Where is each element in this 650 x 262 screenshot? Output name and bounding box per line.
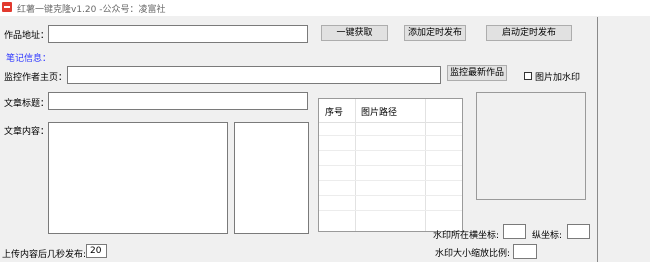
monitor-author-input[interactable] — [67, 66, 441, 84]
article-title-input[interactable] — [48, 92, 308, 110]
work-url-label: 作品地址： — [4, 31, 50, 41]
work-url-input[interactable] — [48, 25, 308, 43]
watermark-scale-label: 水印大小缩放比例: — [435, 249, 511, 259]
start-schedule-button[interactable]: 启动定时发布 — [486, 25, 572, 41]
watermark-y-input[interactable] — [567, 224, 590, 239]
grid-line — [319, 195, 462, 196]
watermark-x-label: 水印所在横坐标: — [433, 231, 500, 241]
article-content-label: 文章内容： — [4, 127, 50, 137]
fetch-button[interactable]: 一键获取 — [321, 25, 388, 41]
article-title-label: 文章标题： — [4, 99, 50, 109]
grid-line — [319, 165, 462, 166]
image-preview — [476, 92, 586, 200]
grid-line — [319, 180, 462, 181]
watermark-checkbox[interactable] — [524, 72, 532, 80]
monitor-author-label: 监控作者主页： — [4, 73, 68, 83]
monitor-latest-button[interactable]: 监控最新作品 — [447, 65, 507, 81]
column-path-header[interactable]: 图片路径 — [361, 105, 397, 118]
publish-delay-input[interactable] — [86, 244, 107, 258]
add-schedule-button[interactable]: 添加定时发布 — [404, 25, 466, 41]
column-index-header[interactable]: 序号 — [325, 105, 343, 118]
watermark-x-input[interactable] — [503, 224, 526, 239]
watermark-scale-input[interactable] — [513, 244, 537, 259]
watermark-checkbox-label: 图片加水印 — [535, 73, 581, 83]
side-panel — [597, 17, 650, 262]
grid-line — [319, 210, 462, 211]
watermark-y-label: 纵坐标: — [532, 231, 563, 241]
app-logo-icon — [2, 2, 12, 12]
image-list[interactable]: 序号 图片路径 — [318, 98, 463, 232]
article-content-textarea[interactable] — [48, 122, 228, 234]
grid-line — [319, 150, 462, 151]
secondary-text-box[interactable] — [234, 122, 309, 234]
notes-section-heading: 笔记信息： — [6, 54, 52, 64]
image-list-header: 序号 图片路径 — [319, 99, 462, 123]
window-title: 红薯一键克隆v1.20 -公众号：凌富社 — [17, 5, 166, 15]
publish-delay-label: 上传内容后几秒发布: — [2, 250, 87, 260]
grid-line — [319, 135, 462, 136]
